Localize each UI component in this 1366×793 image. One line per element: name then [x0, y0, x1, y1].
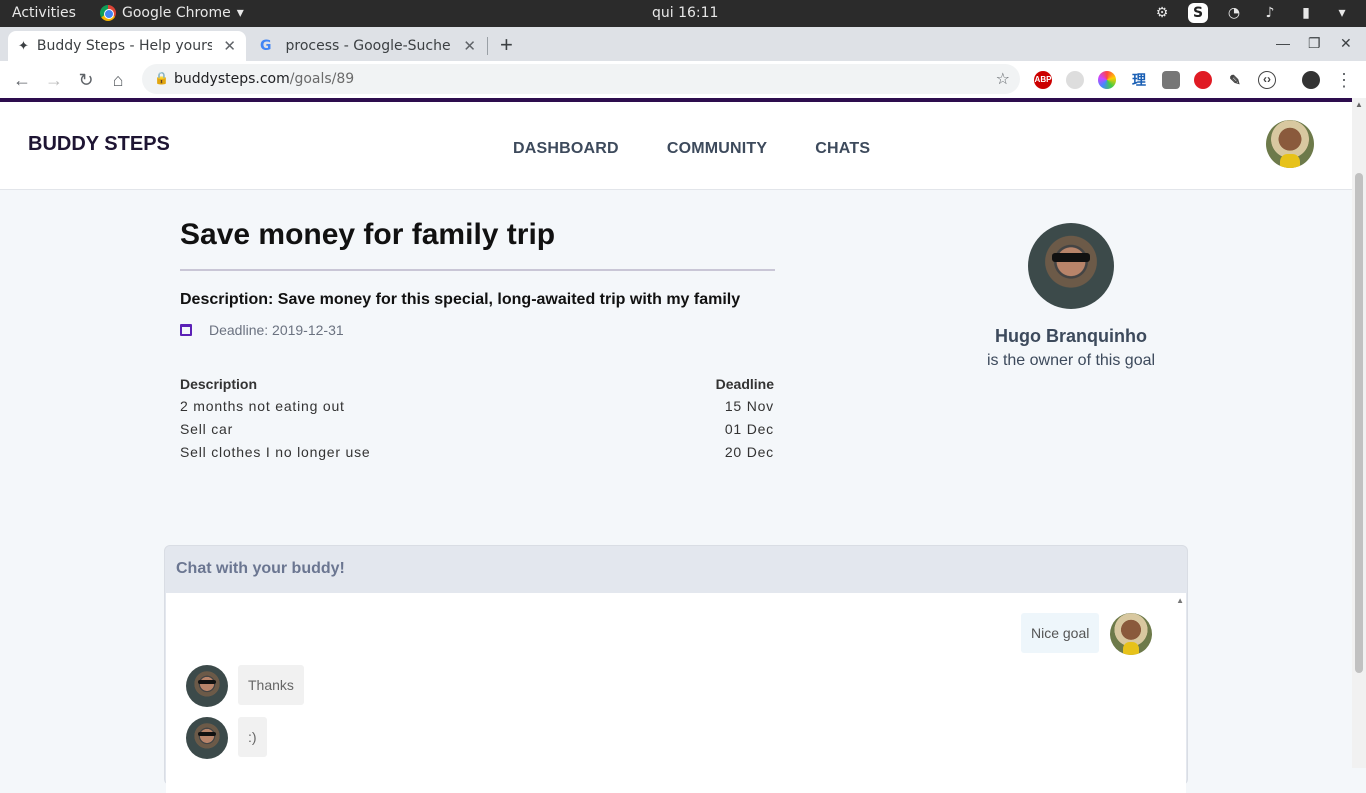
step-description: Sell car — [180, 420, 234, 437]
table-row: Sell car 01 Dec — [178, 417, 776, 440]
goal-title: Save money for family trip — [180, 218, 556, 251]
browser-toolbar: ← → ↻ ⌂ 🔒 buddysteps.com/goals/89 ☆ ABP … — [0, 61, 1366, 98]
table-row: 2 months not eating out 15 Nov — [178, 394, 776, 417]
nav-community[interactable]: COMMUNITY — [667, 140, 767, 158]
step-deadline: 15 Nov — [724, 397, 774, 414]
tab-google-search[interactable]: G process - Google-Suche ✕ — [250, 31, 486, 61]
steps-table: Description Deadline 2 months not eating… — [178, 374, 776, 463]
app-menu[interactable]: Google Chrome ▾ — [100, 5, 244, 21]
calendar-icon — [180, 324, 192, 336]
owner-subtitle: is the owner of this goal — [986, 352, 1156, 369]
close-window-button[interactable]: ✕ — [1340, 35, 1352, 52]
close-icon[interactable]: ✕ — [463, 37, 476, 55]
activities-button[interactable]: Activities — [12, 5, 76, 21]
kebab-menu-icon[interactable]: ⋮ — [1332, 68, 1356, 92]
stop-extension-icon[interactable] — [1194, 71, 1212, 89]
minimize-button[interactable]: — — [1276, 35, 1290, 51]
owner-name[interactable]: Hugo Branquinho — [960, 326, 1182, 347]
table-row: Sell clothes I no longer use 20 Dec — [178, 440, 776, 463]
grid-extension-icon[interactable] — [1162, 71, 1180, 89]
chat-message-mine: Nice goal — [1021, 613, 1100, 653]
steam-icon[interactable]: ⚙ — [1152, 3, 1172, 23]
site-header: BUDDY STEPS DASHBOARD COMMUNITY CHATS — [0, 102, 1352, 190]
message-text: Nice goal — [1031, 625, 1090, 641]
google-icon: G — [260, 38, 272, 54]
step-deadline: 20 Dec — [724, 443, 774, 460]
volume-icon[interactable]: ♪ — [1260, 3, 1280, 23]
step-description: 2 months not eating out — [180, 397, 345, 414]
chat-messages[interactable]: ▲ Nice goal Thanks :) — [166, 593, 1186, 793]
new-tab-button[interactable]: + — [500, 32, 513, 58]
maximize-button[interactable]: ❐ — [1308, 35, 1321, 52]
home-button[interactable]: ⌂ — [106, 68, 130, 92]
tab-strip: ✦ Buddy Steps - Help yourse ✕ G process … — [0, 27, 1366, 61]
system-menu-icon[interactable]: ▾ — [1332, 3, 1352, 23]
nav-chats[interactable]: CHATS — [815, 140, 870, 158]
column-header-deadline: Deadline — [715, 376, 774, 392]
deadline-text: Deadline: 2019-12-31 — [209, 322, 344, 338]
lock-icon[interactable]: 🔒 — [154, 71, 169, 85]
chat-panel: Chat with your buddy! ▲ Nice goal Thanks… — [164, 545, 1188, 793]
address-bar[interactable]: 🔒 buddysteps.com/goals/89 ☆ — [142, 64, 1020, 94]
back-button[interactable]: ← — [10, 68, 34, 92]
code-extension-icon[interactable]: ‹› — [1258, 71, 1276, 89]
extension-icon[interactable] — [1066, 71, 1084, 89]
goal-description: Description: Save money for this special… — [180, 291, 741, 308]
title-divider — [180, 269, 775, 271]
chat-title: Chat with your buddy! — [176, 560, 345, 577]
chrome-icon — [100, 5, 116, 21]
main-nav: DASHBOARD COMMUNITY CHATS — [513, 140, 870, 158]
color-extension-icon[interactable] — [1098, 71, 1116, 89]
site-logo[interactable]: BUDDY STEPS — [28, 133, 170, 156]
table-header-row: Description Deadline — [178, 374, 776, 394]
url-text[interactable]: buddysteps.com/goals/89 — [174, 71, 354, 87]
app-menu-label: Google Chrome — [122, 5, 231, 21]
buddy-chat-avatar — [186, 665, 228, 707]
wifi-icon[interactable]: ◔ — [1224, 3, 1244, 23]
scrollbar-thumb[interactable] — [1355, 173, 1363, 673]
reload-button[interactable]: ↻ — [74, 68, 98, 92]
goal-deadline: Deadline: 2019-12-31 — [180, 322, 344, 338]
clock[interactable]: qui 16:11 — [652, 5, 718, 21]
url-path: /goals/89 — [289, 71, 355, 87]
eyedropper-extension-icon[interactable]: ✎ — [1226, 71, 1244, 89]
os-top-bar: Activities Google Chrome ▾ qui 16:11 ⚙ S… — [0, 0, 1366, 27]
tab-title: Buddy Steps - Help yourse — [36, 38, 212, 54]
message-text: :) — [248, 729, 257, 745]
owner-avatar[interactable] — [1028, 223, 1114, 309]
bookmark-star-icon[interactable]: ☆ — [996, 69, 1010, 88]
battery-icon[interactable]: ▮ — [1296, 3, 1316, 23]
close-icon[interactable]: ✕ — [223, 37, 236, 55]
scroll-up-icon[interactable]: ▲ — [1355, 100, 1363, 109]
profile-icon[interactable] — [1302, 71, 1320, 89]
message-text: Thanks — [248, 677, 294, 693]
caret-down-icon: ▾ — [236, 5, 244, 21]
tab-separator — [487, 37, 488, 55]
tab-title: process - Google-Suche — [285, 38, 451, 54]
column-header-description: Description — [180, 376, 258, 392]
chat-scroll-up-icon[interactable]: ▲ — [1176, 596, 1184, 605]
my-chat-avatar — [1110, 613, 1152, 655]
url-host: buddysteps.com — [174, 71, 290, 87]
chat-message-buddy: Thanks — [238, 665, 304, 705]
page-scrollbar[interactable]: ▲ — [1352, 98, 1366, 768]
step-deadline: 01 Dec — [724, 420, 774, 437]
forward-button[interactable]: → — [42, 68, 66, 92]
step-description: Sell clothes I no longer use — [180, 443, 371, 460]
nav-dashboard[interactable]: DASHBOARD — [513, 140, 619, 158]
user-avatar[interactable] — [1266, 120, 1314, 168]
tab-buddy-steps[interactable]: ✦ Buddy Steps - Help yourse ✕ — [8, 31, 246, 61]
buddy-chat-avatar — [186, 717, 228, 759]
translate-extension-icon[interactable]: 理 — [1130, 71, 1148, 89]
skype-icon[interactable]: S — [1188, 3, 1208, 23]
buddy-steps-favicon-icon: ✦ — [18, 38, 29, 54]
system-tray[interactable]: ⚙ S ◔ ♪ ▮ ▾ — [1152, 3, 1352, 23]
adblock-extension-icon[interactable]: ABP — [1034, 71, 1052, 89]
chat-message-buddy: :) — [238, 717, 267, 757]
